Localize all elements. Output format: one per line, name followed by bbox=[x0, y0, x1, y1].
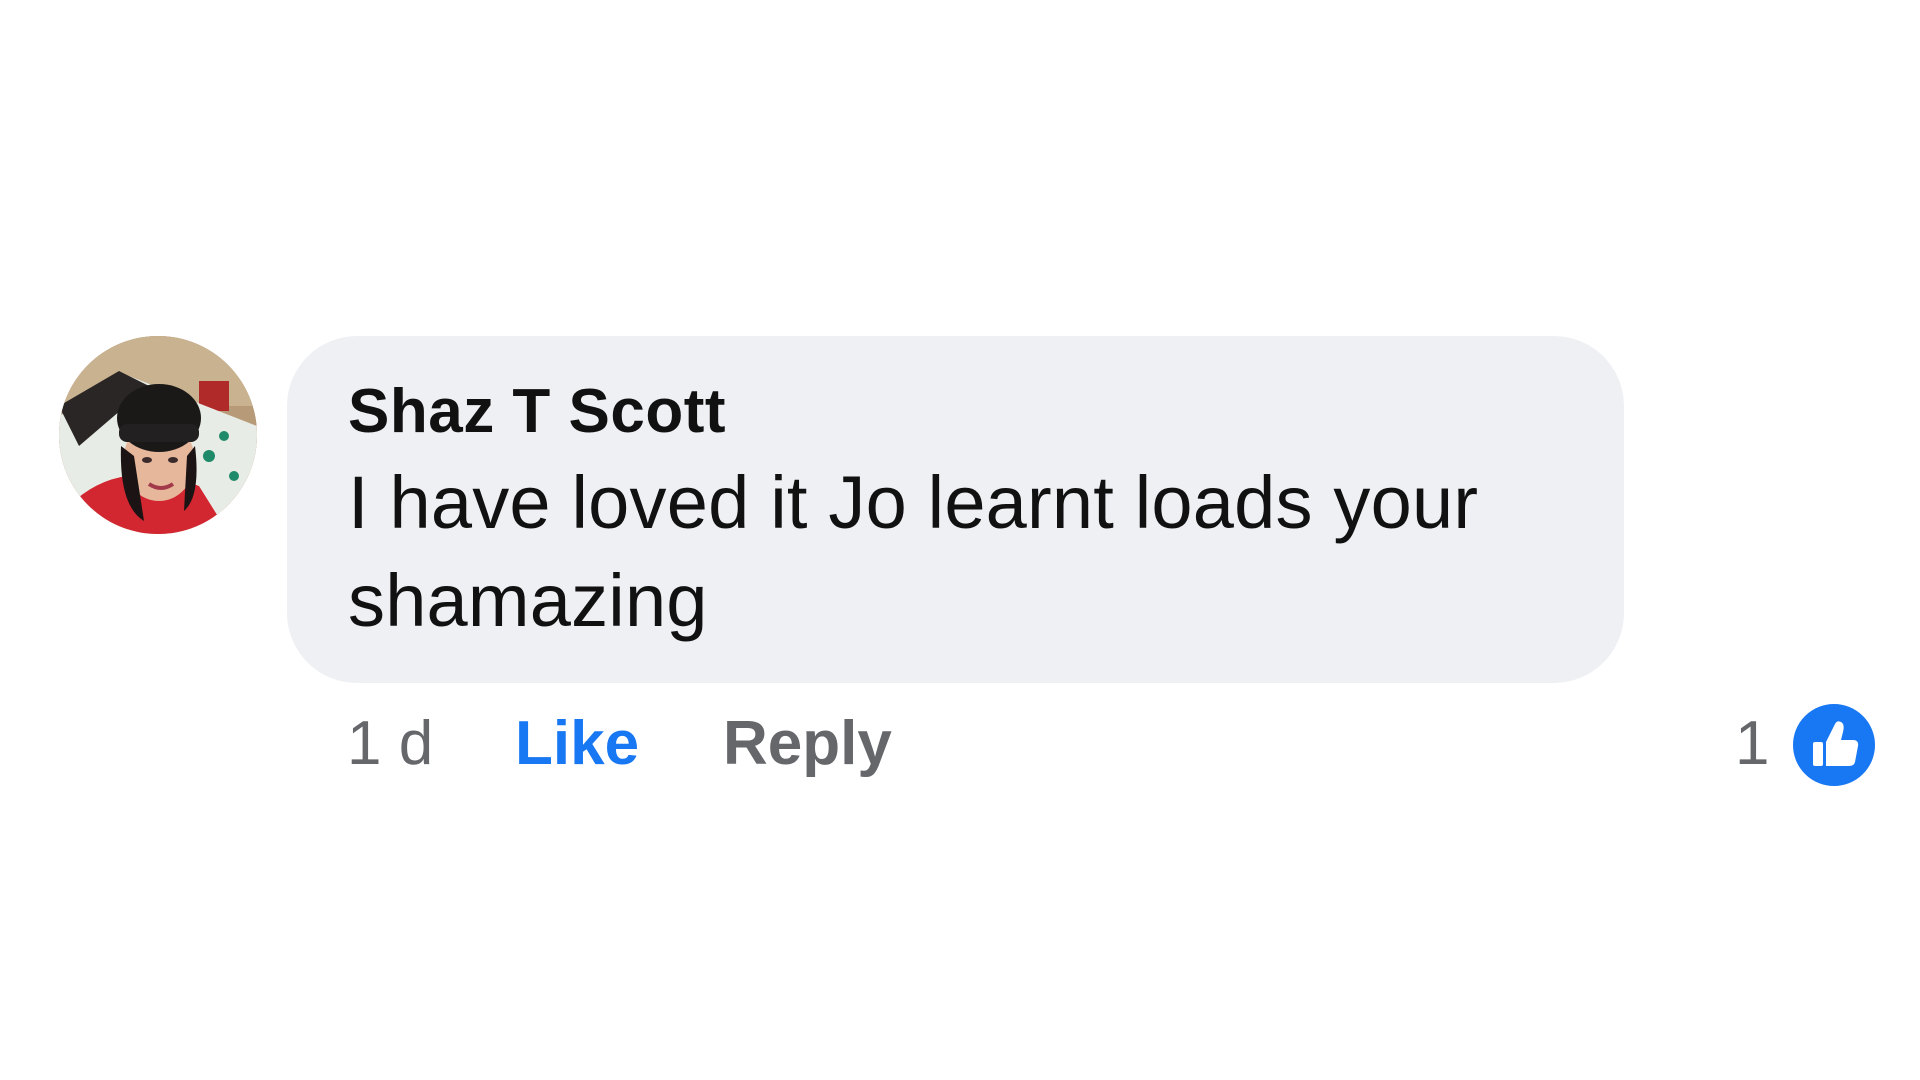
reply-button[interactable]: Reply bbox=[723, 712, 892, 776]
profile-photo-icon bbox=[59, 336, 257, 534]
thumbs-up-icon[interactable] bbox=[1790, 701, 1878, 789]
thumbs-up-glyph bbox=[1813, 721, 1859, 766]
comment: Shaz T Scott I have loved it Jo learnt l… bbox=[0, 0, 1920, 1080]
comment-bubble: Shaz T Scott I have loved it Jo learnt l… bbox=[287, 336, 1624, 683]
like-button[interactable]: Like bbox=[515, 712, 639, 776]
comment-text: I have loved it Jo learnt loads your sha… bbox=[348, 454, 1564, 650]
comment-text-line: shamazing bbox=[348, 559, 708, 642]
comment-text-line: I have loved it Jo learnt loads your bbox=[348, 461, 1479, 544]
avatar[interactable] bbox=[59, 336, 257, 534]
comment-author[interactable]: Shaz T Scott bbox=[348, 373, 1564, 451]
reaction-count[interactable]: 1 bbox=[1735, 712, 1769, 776]
comment-timestamp[interactable]: 1 d bbox=[347, 712, 433, 776]
